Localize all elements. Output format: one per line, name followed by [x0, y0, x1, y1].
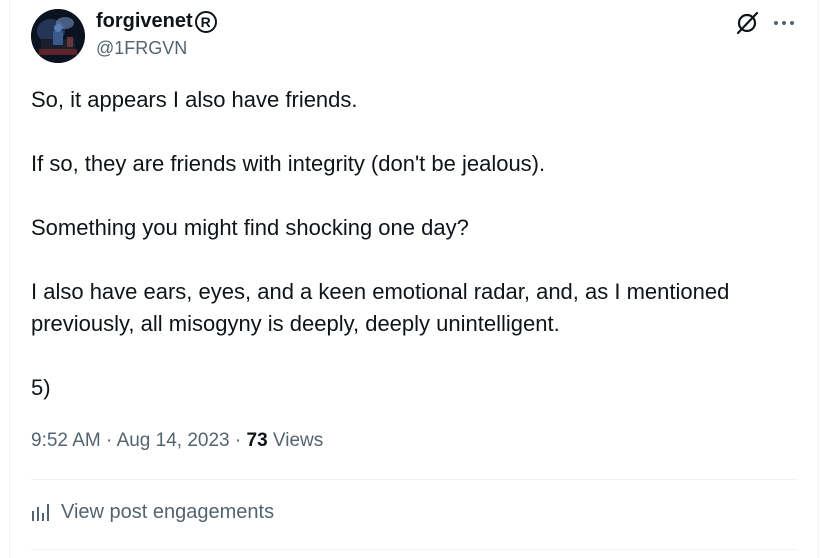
views-count: 73 — [246, 430, 268, 451]
more-icon[interactable] — [770, 10, 798, 36]
post-time[interactable]: 9:52 AM — [31, 430, 101, 451]
view-engagements-label[interactable]: View post engagements — [61, 501, 274, 524]
views-label: Views — [267, 430, 324, 451]
divider — [31, 549, 797, 550]
post-paragraph: If so, they are friends with integrity (… — [31, 151, 546, 176]
avatar[interactable] — [31, 9, 85, 63]
author-handle[interactable]: @1FRGVN — [96, 38, 187, 59]
column-border-left — [9, 0, 10, 558]
post-meta: 9:52 AM · Aug 14, 2023 · 73 Views — [31, 430, 323, 452]
view-engagements-button[interactable]: View post engagements — [31, 501, 274, 524]
divider — [31, 479, 797, 480]
column-border-right — [818, 0, 819, 558]
post-paragraph: I also have ears, eyes, and a keen emoti… — [31, 279, 730, 336]
post-detail: forgivenet R @1FRGVN So, it appears I al… — [0, 0, 834, 558]
author-display-name[interactable]: forgivenet R — [96, 10, 217, 33]
author-name-text[interactable]: forgivenet — [96, 10, 193, 33]
registered-mark-icon: R — [194, 10, 217, 33]
meta-separator: · — [229, 430, 247, 451]
bar-chart-icon — [32, 503, 49, 521]
meta-separator: · — [100, 430, 117, 451]
post-text: So, it appears I also have friends. If s… — [31, 84, 801, 404]
post-date[interactable]: Aug 14, 2023 — [117, 430, 230, 451]
post-paragraph: 5) — [31, 375, 51, 400]
post-paragraph: So, it appears I also have friends. — [31, 87, 358, 112]
grok-icon[interactable] — [735, 10, 761, 36]
post-paragraph: Something you might find shocking one da… — [31, 215, 469, 240]
